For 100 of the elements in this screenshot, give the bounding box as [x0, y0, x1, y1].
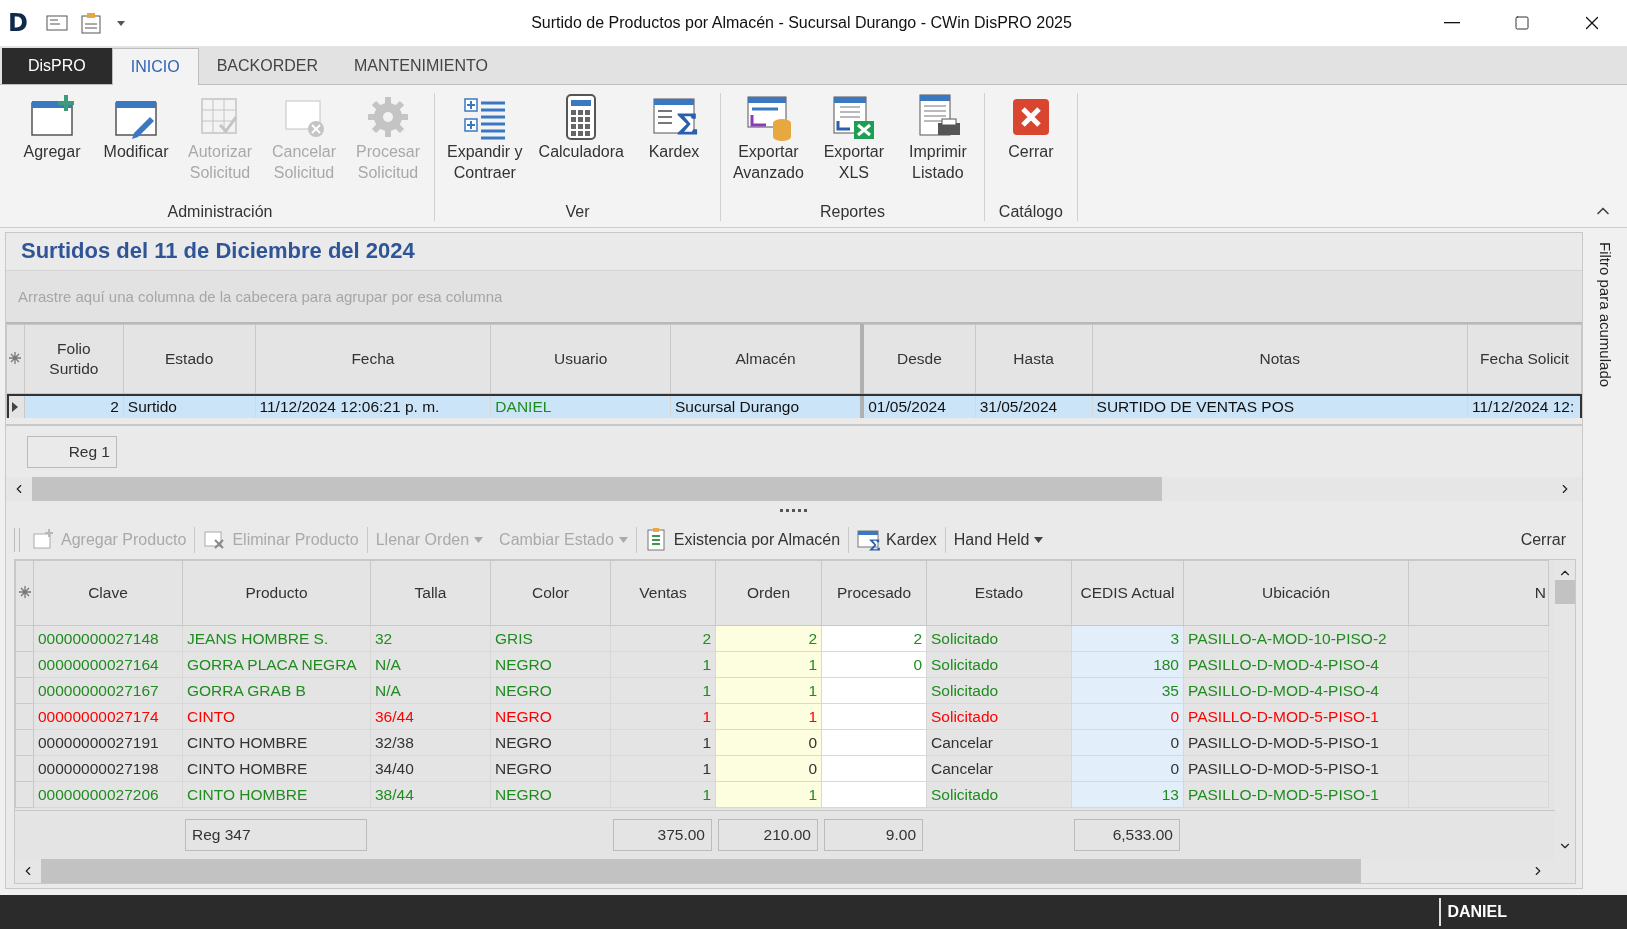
horizontal-scrollbar[interactable]	[6, 476, 1582, 501]
table-cell: NEGRO	[490, 781, 611, 808]
clipboard-icon[interactable]	[80, 12, 104, 34]
table-cell: 180	[1071, 651, 1184, 678]
table-cell: 00000000027148	[33, 625, 183, 652]
close-button[interactable]: Cerrar	[1512, 526, 1574, 553]
column-header[interactable]: Fecha	[255, 324, 491, 394]
add-document-icon	[32, 527, 56, 552]
table-cell: 1	[715, 677, 822, 704]
column-header[interactable]: Usuario	[490, 324, 671, 394]
ribbon-button[interactable]: Cerrar	[988, 93, 1073, 203]
table-cell: Solicitado	[926, 703, 1072, 730]
table-cell: GORRA GRAB B	[182, 677, 371, 704]
table-cell: Solicitado	[926, 651, 1072, 678]
table-cell: PASILLO-D-MOD-5-PISO-1	[1183, 703, 1409, 730]
table-cell: 1	[610, 703, 716, 730]
scroll-thumb[interactable]	[1555, 580, 1575, 604]
table-cell: 35	[1071, 677, 1184, 704]
ribbon-tab[interactable]: BACKORDER	[198, 48, 337, 84]
column-header[interactable]: Color	[490, 560, 611, 626]
table-cell: N/A	[370, 651, 491, 678]
window-title: Surtido de Productos por Almacén - Sucursal Durango - CWin DisPRO 2025	[530, 14, 1073, 32]
column-header[interactable]: Producto	[182, 560, 371, 626]
column-header[interactable]: Fecha Solicit	[1467, 324, 1582, 394]
table-cell: 36/44	[370, 703, 491, 730]
table-cell: 1	[610, 755, 716, 782]
ribbon-button[interactable]: Agregar	[10, 93, 94, 203]
ribbon-group-label: Administración	[166, 203, 274, 221]
ribbon-button[interactable]: Modificar	[94, 93, 178, 203]
ribbon-button[interactable]: Imprimir Listado	[895, 93, 980, 203]
table-cell: PASILLO-D-MOD-5-PISO-1	[1183, 781, 1409, 808]
table-cell: 2	[821, 625, 927, 652]
table-cell: PASILLO-A-MOD-10-PISO-2	[1183, 625, 1409, 652]
side-panel-tab[interactable]: Filtro para acumulado	[1596, 242, 1614, 388]
column-header[interactable]: Estado	[123, 324, 256, 394]
table-cell: PASILLO-D-MOD-5-PISO-1	[1183, 729, 1409, 756]
minimize-icon	[1444, 22, 1460, 24]
toolbar-button[interactable]: Hand Held	[945, 526, 1052, 553]
column-header[interactable]: Estado	[926, 560, 1072, 626]
table-cell: CINTO	[182, 703, 371, 730]
table-cell: 38/44	[370, 781, 491, 808]
column-header[interactable]: Folio Surtido	[24, 324, 124, 394]
table-cell: 1	[610, 651, 716, 678]
column-header[interactable]: Procesado	[821, 560, 927, 626]
ribbon-group-label: Ver	[564, 203, 591, 221]
table-cell: 1	[715, 703, 822, 730]
new-row-icon	[9, 352, 22, 365]
ribbon-tab[interactable]: MANTENIMIENTO	[336, 48, 506, 84]
table-cell: 3	[1071, 625, 1184, 652]
order-row[interactable]: 2 Surtido 11/12/2024 12:06:21 p. m. DANIEL Sucursal Durango 01/05/2024 31/05/2024 SURTIDO DE VENTAS POS 11/12/2024 12:	[6, 393, 1582, 419]
status-user: DANIEL	[1439, 898, 1627, 926]
column-header[interactable]: N	[1408, 560, 1549, 626]
table-cell: PASILLO-D-MOD-4-PISO-4	[1183, 651, 1409, 678]
table-cell: 00000000027191	[33, 729, 183, 756]
ribbon-button[interactable]: Kardex	[632, 93, 716, 203]
table-cell: NEGRO	[490, 729, 611, 756]
splitter-handle[interactable]	[780, 508, 808, 513]
table-cell: JEANS HOMBRE S.	[182, 625, 371, 652]
table-cell: Cancelar	[926, 755, 1072, 782]
page-heading: Surtidos del 11 de Diciembre del 2024	[6, 233, 1582, 271]
table-cell: GORRA PLACA NEGRA	[182, 651, 371, 678]
table-cell: 32/38	[370, 729, 491, 756]
column-header[interactable]: Ubicación	[1183, 560, 1409, 626]
maximize-icon	[1514, 15, 1530, 31]
dropdown-icon[interactable]	[116, 18, 126, 28]
column-header[interactable]: CEDIS Actual	[1071, 560, 1184, 626]
ribbon-button[interactable]: Expandir y Contraer	[439, 93, 531, 203]
table-cell: 00000000027174	[33, 703, 183, 730]
column-header[interactable]: Orden	[715, 560, 822, 626]
ribbon-button[interactable]: Calculadora	[530, 93, 632, 203]
table-cell: PASILLO-D-MOD-4-PISO-4	[1183, 677, 1409, 704]
column-header[interactable]: Talla	[370, 560, 491, 626]
column-header[interactable]: Ventas	[610, 560, 716, 626]
table-cell: Solicitado	[926, 781, 1072, 808]
table-cell: NEGRO	[490, 651, 611, 678]
table-cell: 01/05/2024	[862, 393, 976, 419]
new-row-icon	[18, 586, 31, 598]
group-by-hint: Arrastre aquí una columna de la cabecera para agrupar por esa columna	[6, 270, 1582, 325]
table-cell: 2	[715, 625, 822, 652]
caret-icon	[618, 536, 628, 543]
table-cell: 1	[715, 651, 822, 678]
table-cell: CINTO HOMBRE	[182, 729, 371, 756]
ribbon-button[interactable]: Exportar Avanzado	[725, 93, 812, 203]
column-header[interactable]: Notas	[1092, 324, 1468, 394]
ribbon-button[interactable]: Exportar XLS	[811, 93, 896, 203]
table-cell: 2	[610, 625, 716, 652]
column-header[interactable]: Clave	[33, 560, 183, 626]
table-cell: 1	[715, 781, 822, 808]
ribbon-tab[interactable]: INICIO	[111, 48, 199, 85]
app-menu-tab[interactable]: DisPRO	[2, 48, 112, 84]
toolbar-button[interactable]: Existencia por Almacén	[636, 523, 849, 556]
record-count: Reg 1	[27, 435, 117, 468]
table-cell: 00000000027167	[33, 677, 183, 704]
column-total: 375.00	[613, 819, 712, 851]
table-cell: 13	[1071, 781, 1184, 808]
column-header[interactable]: Hasta	[975, 324, 1093, 394]
row-pointer-icon	[11, 402, 20, 413]
column-header[interactable]: Desde	[862, 324, 976, 394]
column-header[interactable]: Almacén	[670, 324, 863, 394]
toolbar-button[interactable]: Kardex	[849, 523, 945, 556]
